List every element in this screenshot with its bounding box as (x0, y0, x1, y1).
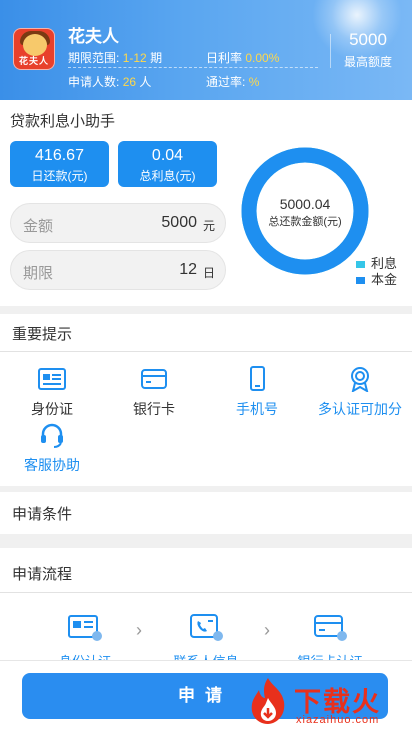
total-interest-value: 0.04 (151, 147, 184, 164)
applicant-count: 申请人数: 26 人 (68, 75, 152, 89)
phone-icon (250, 366, 265, 391)
chevron-right-icon: › (264, 620, 270, 640)
repayment-donut-chart: 5000.04 总还款金额(元) (240, 146, 370, 276)
daily-repay-card: 416.67 日还款(元) (10, 141, 109, 187)
id-card-icon (38, 368, 66, 390)
notice-title: 重要提示 (12, 326, 73, 343)
loan-calculator: 贷款利息小助手 416.67 日还款(元) 0.04 总利息(元) 金额 500… (0, 100, 412, 306)
term-range: 期限范围: 1-12 期 (68, 51, 163, 65)
process-title: 申请流程 (12, 566, 73, 583)
max-amount-value: 5000 (349, 30, 387, 49)
contact-icon (190, 614, 223, 641)
notice-item-bank-card[interactable]: 银行卡 (104, 366, 204, 419)
total-interest-card: 0.04 总利息(元) (118, 141, 217, 187)
notice-item-label: 客服协助 (24, 457, 80, 473)
notice-item-label: 多认证可加分 (318, 401, 402, 417)
pass-rate: 通过率: % (206, 75, 260, 89)
watermark: 下载火 xiazaihuo.com (246, 676, 412, 732)
notice-item-label: 手机号 (236, 401, 278, 417)
app-header: 花夫人 花夫人 期限范围: 1-12 期 日利率 0.00% 申请人数: 26 … (0, 0, 412, 100)
conditions-title: 申请条件 (12, 506, 73, 523)
daily-repay-label: 日还款(元) (31, 169, 88, 183)
daily-rate: 日利率 0.00% (206, 51, 280, 65)
donut-total-label: 总还款金额(元) (268, 216, 342, 228)
important-notice: 重要提示 身份证 银行卡 手机号 多认证可加分 客服协助 (0, 314, 412, 486)
amount-input[interactable]: 5000 (161, 214, 197, 232)
term-label: 期限 (23, 265, 54, 282)
total-interest-label: 总利息(元) (139, 169, 196, 183)
amount-unit: 元 (202, 219, 215, 233)
notice-item-id-card[interactable]: 身份证 (2, 366, 102, 419)
legend-interest-swatch (356, 261, 365, 269)
process-divider (0, 592, 412, 593)
daily-repay-value: 416.67 (35, 147, 84, 164)
legend-principal: 本金 (356, 269, 397, 288)
id-verify-icon (68, 615, 102, 641)
term-unit: 日 (202, 266, 215, 280)
application-conditions[interactable]: 申请条件 (0, 492, 412, 534)
notice-divider (0, 351, 412, 352)
app-name: 花夫人 (68, 27, 119, 46)
notice-item-label: 银行卡 (133, 401, 175, 417)
notice-item-support[interactable]: 客服协助 (2, 422, 102, 475)
notice-item-phone[interactable]: 手机号 (207, 366, 307, 419)
application-process: 申请流程 身份认证 › 联系人信息 › 银行卡认证 (0, 548, 412, 669)
amount-label: 金额 (23, 218, 54, 235)
max-amount: 5000 最高额度 (344, 30, 392, 70)
badge-icon (351, 367, 369, 394)
calculator-title: 贷款利息小助手 (10, 113, 116, 130)
fire-logo-icon (251, 678, 285, 724)
header-divider (68, 67, 318, 68)
notice-item-label: 身份证 (31, 401, 73, 417)
amount-field[interactable]: 金额 5000 元 (10, 203, 226, 243)
notice-item-badge[interactable]: 多认证可加分 (310, 366, 410, 419)
watermark-url: xiazaihuo.com (296, 714, 380, 726)
chevron-right-icon: › (136, 620, 142, 640)
bank-verify-icon (314, 615, 347, 641)
bank-card-icon (141, 369, 167, 389)
logo-text: 花夫人 (18, 56, 49, 66)
legend-principal-swatch (356, 277, 365, 285)
donut-total-value: 5000.04 (279, 196, 331, 212)
headset-icon (41, 423, 63, 448)
term-input[interactable]: 12 (179, 261, 197, 279)
app-logo: 花夫人 (13, 28, 55, 70)
max-amount-label: 最高额度 (343, 55, 392, 69)
term-field[interactable]: 期限 12 日 (10, 250, 226, 290)
header-vertical-divider (330, 34, 331, 68)
